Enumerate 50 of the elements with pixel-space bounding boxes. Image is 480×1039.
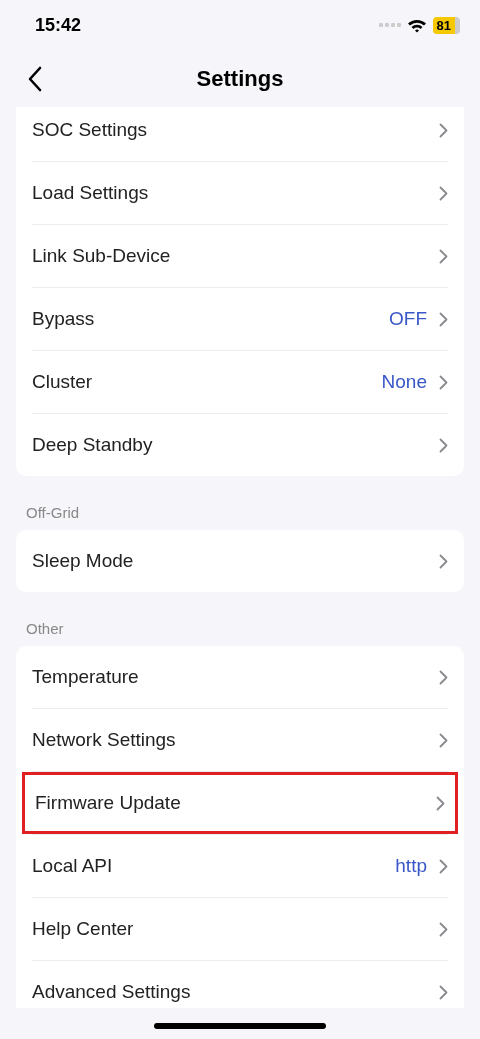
row-label: Firmware Update <box>35 792 182 814</box>
row-label: Deep Standby <box>32 434 154 456</box>
chevron-icon <box>439 374 448 390</box>
chevron-icon <box>439 984 448 1000</box>
settings-row[interactable]: Help Center <box>32 898 448 960</box>
row-label: Load Settings <box>32 182 150 204</box>
row-label: SOC Settings <box>32 119 149 141</box>
chevron-icon <box>439 311 448 327</box>
chevron-icon <box>439 669 448 685</box>
settings-row[interactable]: Network Settings <box>32 709 448 771</box>
settings-row[interactable]: SOC Settings <box>32 107 448 161</box>
section-title: Other <box>25 619 65 639</box>
settings-row[interactable]: Advanced Settings <box>32 961 448 1008</box>
row-label: Bypass <box>32 308 96 330</box>
chevron-icon <box>439 921 448 937</box>
row-label: Link Sub-Device <box>32 245 172 267</box>
settings-row[interactable]: Load Settings <box>32 162 448 224</box>
row-value: OFF <box>389 308 427 330</box>
row-label: Network Settings <box>32 729 177 751</box>
settings-row[interactable]: Sleep Mode <box>32 530 448 592</box>
chevron-icon <box>439 553 448 569</box>
back-icon[interactable] <box>28 66 42 92</box>
chevron-icon <box>439 732 448 748</box>
chevron-icon <box>439 122 448 138</box>
signal-icon <box>378 22 401 28</box>
chevron-icon <box>439 858 448 874</box>
row-label: Temperature <box>32 666 140 688</box>
battery-level: 81 <box>436 17 451 33</box>
settings-row[interactable]: Cluster None <box>32 351 448 413</box>
settings-row[interactable]: Bypass OFF <box>32 288 448 350</box>
chevron-icon <box>439 248 448 264</box>
settings-row[interactable]: Local API http <box>32 835 448 897</box>
row-value: None <box>381 371 427 393</box>
row-label: Cluster <box>32 371 94 393</box>
page-title: Settings <box>196 65 284 92</box>
wifi-icon <box>406 17 427 33</box>
settings-row[interactable]: Link Sub-Device <box>32 225 448 287</box>
row-label: Local API <box>32 855 114 877</box>
status-time: 15:42 <box>35 14 82 36</box>
row-label: Help Center <box>32 918 135 940</box>
section-title: Off-Grid <box>25 503 81 523</box>
row-label: Sleep Mode <box>32 550 135 572</box>
chevron-icon <box>436 795 445 811</box>
settings-row[interactable]: Deep Standby <box>32 414 448 476</box>
row-label: Advanced Settings <box>32 981 192 1003</box>
highlight-frame[interactable]: Firmware Update <box>22 772 458 834</box>
chevron-icon <box>439 185 448 201</box>
chevron-icon <box>439 437 448 453</box>
settings-row[interactable]: Temperature <box>32 646 448 708</box>
row-value: http <box>395 855 427 877</box>
